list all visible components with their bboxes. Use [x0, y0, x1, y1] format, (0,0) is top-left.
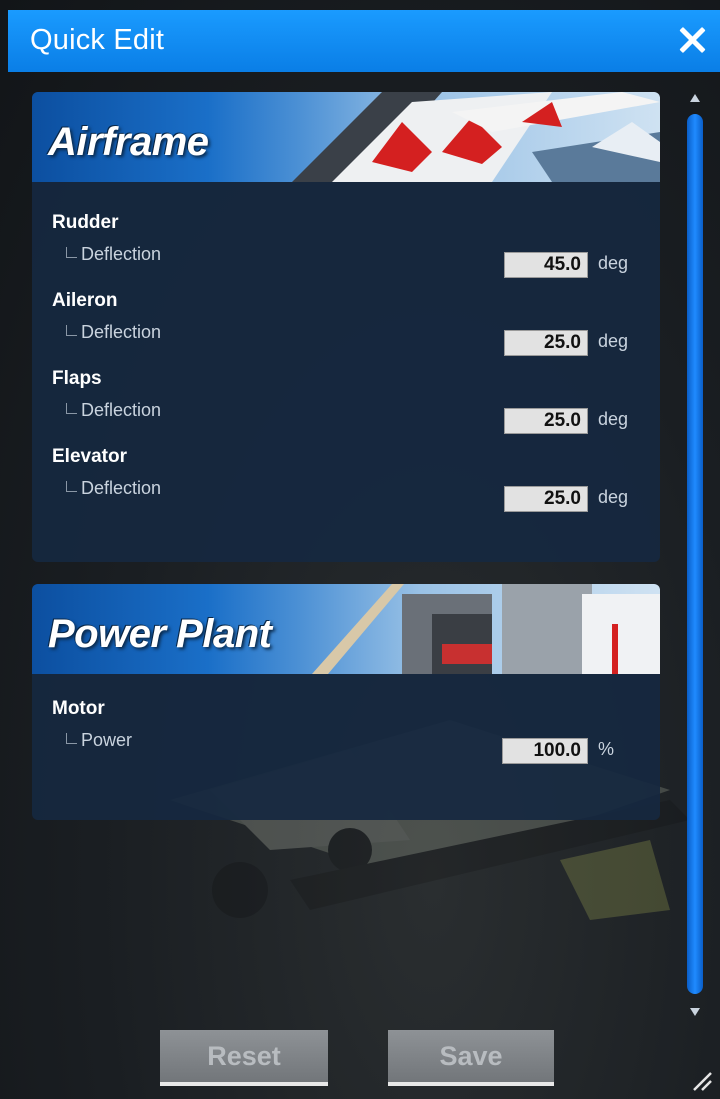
power-plant-title: Power Plant	[48, 612, 272, 656]
rudder-deflection-label: Deflection	[66, 244, 161, 265]
airframe-header: Airframe	[32, 92, 660, 182]
chevron-up-icon[interactable]	[690, 94, 700, 102]
save-button[interactable]: Save	[388, 1030, 554, 1086]
airframe-header-image	[292, 92, 660, 182]
flaps-unit: deg	[598, 409, 629, 429]
vertical-scrollbar[interactable]	[684, 94, 706, 1018]
scrollbar-thumb[interactable]	[687, 114, 703, 994]
airframe-panel: Airframe Rudder Deflection 45.0 deg Aile…	[32, 92, 660, 562]
title-bar[interactable]: Quick Edit	[8, 10, 720, 72]
rudder-deflection-input[interactable]: 45.0	[504, 252, 588, 278]
airframe-title: Airframe	[48, 120, 209, 164]
elevator-unit: deg	[598, 487, 629, 507]
power-plant-header: Power Plant	[32, 584, 660, 674]
elevator-deflection-label: Deflection	[66, 478, 161, 499]
power-plant-header-image	[312, 584, 660, 674]
tree-branch-icon	[66, 247, 77, 258]
motor-power-input[interactable]: 100.0	[502, 738, 588, 764]
elevator-deflection-input[interactable]: 25.0	[504, 486, 588, 512]
flaps-deflection-input[interactable]: 25.0	[504, 408, 588, 434]
chevron-down-icon[interactable]	[690, 1008, 700, 1016]
resize-grip-icon[interactable]	[690, 1069, 712, 1091]
motor-power-label: Power	[66, 730, 132, 751]
aileron-deflection-label: Deflection	[66, 322, 161, 343]
elevator-label: Elevator	[52, 446, 127, 467]
rudder-unit: deg	[598, 253, 629, 273]
tree-branch-icon	[66, 733, 77, 744]
power-plant-panel: Power Plant Motor Power 100.0 %	[32, 584, 660, 820]
tree-branch-icon	[66, 481, 77, 492]
aileron-deflection-input[interactable]: 25.0	[504, 330, 588, 356]
motor-label: Motor	[52, 698, 105, 719]
tree-branch-icon	[66, 403, 77, 414]
rudder-label: Rudder	[52, 212, 119, 233]
flaps-label: Flaps	[52, 368, 102, 389]
quick-edit-window: Quick Edit Airframe Rudder Deflection 45…	[0, 0, 720, 1099]
reset-button[interactable]: Reset	[160, 1030, 328, 1086]
flaps-deflection-label: Deflection	[66, 400, 161, 421]
aileron-label: Aileron	[52, 290, 118, 311]
tree-branch-icon	[66, 325, 77, 336]
motor-power-unit: %	[598, 739, 615, 759]
close-icon[interactable]	[670, 18, 714, 62]
window-title: Quick Edit	[30, 24, 165, 56]
aileron-unit: deg	[598, 331, 629, 351]
